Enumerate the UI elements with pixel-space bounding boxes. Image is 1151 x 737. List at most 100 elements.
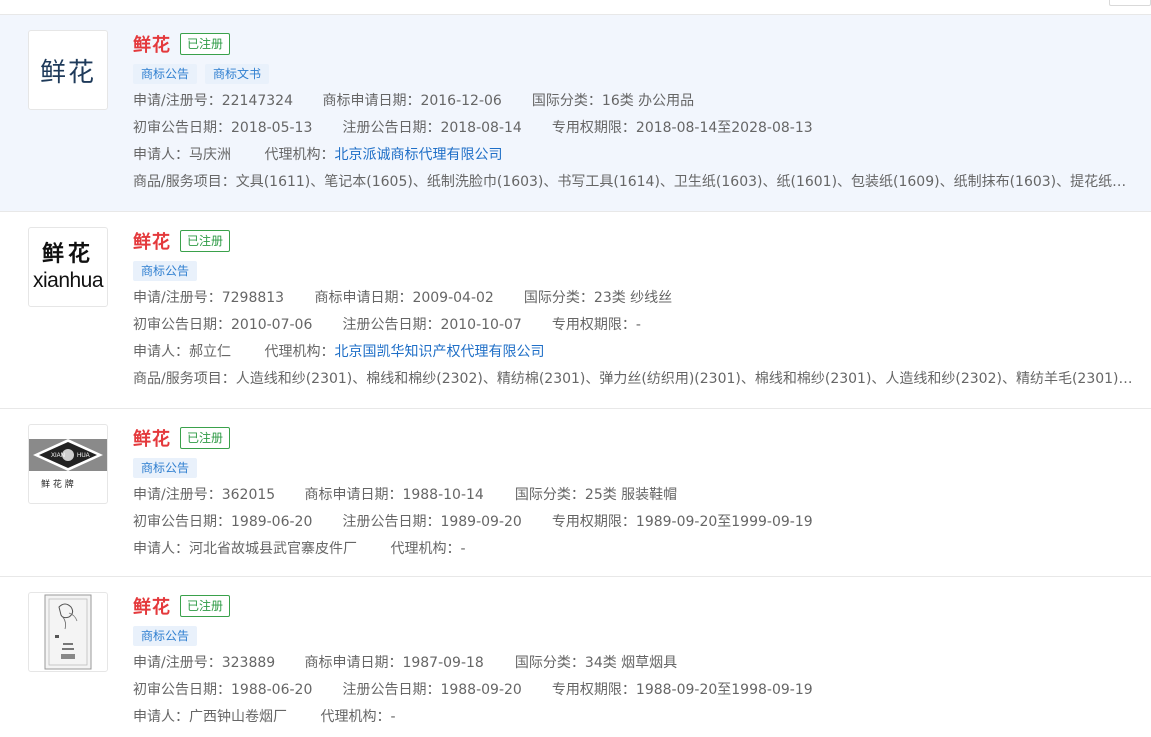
status-badge: 已注册	[180, 595, 231, 617]
apply-date-label: 商标申请日期：	[304, 487, 403, 503]
reg-no-field: 申请/注册号：22147324	[133, 91, 318, 111]
tag-announcement[interactable]: 商标公告	[133, 261, 198, 281]
class-field: 国际分类：16类 办公用品	[532, 91, 694, 111]
term-field: 专用权期限：1989-09-20至1999-09-19	[552, 512, 813, 532]
agency-label: 代理机构：	[320, 709, 391, 725]
reg-pub-date-field: 注册公告日期：1988-09-20	[342, 680, 547, 700]
logo-text-right: HUA	[77, 453, 90, 459]
tag-announcement[interactable]: 商标公告	[133, 458, 198, 478]
trademark-result-list: 鲜花 鲜花 已注册 商标公告 商标文书 申请/注册号：22147324 商标申请…	[0, 15, 1151, 737]
trademark-logo[interactable]	[28, 592, 108, 672]
class-field: 国际分类：23类 纱线丝	[524, 288, 672, 308]
info-row-3: 申请人：河北省故城县武官寨皮件厂 代理机构：-	[133, 539, 1137, 559]
agency-label: 代理机构：	[390, 541, 461, 557]
applicant-value: 河北省故城县武官寨皮件厂	[189, 541, 357, 557]
status-badge: 已注册	[180, 230, 231, 252]
reg-no-label: 申请/注册号：	[133, 93, 222, 109]
trademark-card[interactable]: 鲜花 鲜花 已注册 商标公告 商标文书 申请/注册号：22147324 商标申请…	[0, 15, 1151, 212]
applicant-label: 申请人：	[133, 541, 189, 557]
title-line: 鲜花 已注册	[133, 425, 1137, 451]
title-line: 鲜花 已注册	[133, 31, 1137, 57]
trademark-card[interactable]: 鲜花 已注册 商标公告 申请/注册号：323889 商标申请日期：1987-09…	[0, 577, 1151, 737]
trademark-info: 鲜花 已注册 商标公告 申请/注册号：323889 商标申请日期：1987-09…	[133, 593, 1137, 727]
tag-document[interactable]: 商标文书	[205, 64, 270, 84]
applicant-field: 申请人：马庆洲	[133, 145, 260, 165]
apply-date-value: 2016-12-06	[420, 93, 502, 109]
logo-text-bottom: 鲜 花 牌	[41, 478, 74, 490]
term-field: 专用权期限：2018-08-14至2028-08-13	[552, 118, 813, 138]
applicant-value: 马庆洲	[189, 147, 231, 163]
agency-label: 代理机构：	[264, 344, 335, 360]
top-strip	[0, 0, 1151, 15]
apply-date-field: 商标申请日期：1988-10-14	[304, 485, 510, 505]
trademark-info: 鲜花 已注册 商标公告 申请/注册号：7298813 商标申请日期：2009-0…	[133, 228, 1137, 389]
trademark-name[interactable]: 鲜花	[133, 228, 171, 254]
trademark-logo[interactable]: 鲜花 xianhua	[28, 227, 108, 307]
class-label: 国际分类：	[514, 487, 585, 503]
logo-text: 鲜花	[39, 57, 96, 88]
trademark-name[interactable]: 鲜花	[133, 425, 171, 451]
prelim-date-label: 初审公告日期：	[133, 514, 231, 530]
apply-date-label: 商标申请日期：	[314, 290, 413, 306]
status-badge: 已注册	[180, 33, 231, 55]
tag-announcement[interactable]: 商标公告	[133, 64, 198, 84]
apply-date-field: 商标申请日期：2009-04-02	[314, 288, 519, 308]
trademark-card[interactable]: 鲜花 xianhua 鲜花 已注册 商标公告 申请/注册号：7298813 商标…	[0, 212, 1151, 409]
agency-field: 代理机构：-	[390, 539, 465, 559]
reg-pub-date-label: 注册公告日期：	[342, 682, 441, 698]
tag-list: 商标公告	[133, 626, 1137, 646]
trademark-name[interactable]: 鲜花	[133, 31, 171, 57]
reg-no-value: 7298813	[221, 290, 285, 306]
prelim-date-field: 初审公告日期：2010-07-06	[133, 315, 338, 335]
trademark-card[interactable]: XIAN HUA 鲜 花 牌 鲜花 已注册 商标公告 申请/注册号：362015…	[0, 409, 1151, 577]
apply-date-field: 商标申请日期：1987-09-18	[304, 653, 510, 673]
tag-announcement[interactable]: 商标公告	[133, 626, 198, 646]
trademark-info: 鲜花 已注册 商标公告 申请/注册号：362015 商标申请日期：1988-10…	[133, 425, 1137, 559]
class-value: 23类 纱线丝	[593, 290, 673, 306]
applicant-value: 郝立仁	[189, 344, 231, 360]
class-label: 国际分类：	[531, 93, 602, 109]
apply-date-label: 商标申请日期：	[304, 655, 403, 671]
trademark-name[interactable]: 鲜花	[133, 593, 171, 619]
applicant-label: 申请人：	[133, 147, 189, 163]
reg-no-value: 323889	[221, 655, 276, 671]
tag-list: 商标公告	[133, 458, 1137, 478]
agency-link[interactable]: 北京国凯华知识产权代理有限公司	[334, 344, 544, 360]
apply-date-value: 1988-10-14	[402, 487, 484, 503]
trademark-logo[interactable]: XIAN HUA 鲜 花 牌	[28, 424, 108, 504]
applicant-field: 申请人：郝立仁	[133, 342, 260, 362]
prelim-date-value: 2010-07-06	[231, 317, 313, 333]
apply-date-label: 商标申请日期：	[322, 93, 421, 109]
reg-no-field: 申请/注册号：362015	[133, 485, 300, 505]
prelim-date-value: 2018-05-13	[231, 120, 313, 136]
prelim-date-value: 1989-06-20	[231, 514, 313, 530]
reg-no-value: 22147324	[221, 93, 293, 109]
reg-pub-date-label: 注册公告日期：	[342, 317, 441, 333]
agency-field: 代理机构：北京派诚商标代理有限公司	[264, 145, 502, 165]
term-label: 专用权期限：	[551, 514, 636, 530]
class-label: 国际分类：	[514, 655, 585, 671]
info-row-2: 初审公告日期：2018-05-13 注册公告日期：2018-08-14 专用权期…	[133, 118, 1137, 138]
status-badge: 已注册	[180, 427, 231, 449]
prelim-date-field: 初审公告日期：1988-06-20	[133, 680, 338, 700]
term-value: 1988-09-20至1998-09-19	[635, 682, 813, 698]
apply-date-value: 1987-09-18	[402, 655, 484, 671]
info-row-3: 申请人：广西钟山卷烟厂 代理机构：-	[133, 707, 1137, 727]
agency-label: 代理机构：	[264, 147, 335, 163]
reg-no-field: 申请/注册号：323889	[133, 653, 300, 673]
trademark-logo[interactable]: 鲜花	[28, 30, 108, 110]
info-row-2: 初审公告日期：1988-06-20 注册公告日期：1988-09-20 专用权期…	[133, 680, 1137, 700]
prelim-date-label: 初审公告日期：	[133, 682, 231, 698]
info-row-1: 申请/注册号：7298813 商标申请日期：2009-04-02 国际分类：23…	[133, 288, 1137, 308]
info-row-1: 申请/注册号：22147324 商标申请日期：2016-12-06 国际分类：1…	[133, 91, 1137, 111]
tag-list: 商标公告 商标文书	[133, 64, 1137, 84]
info-row-goods: 商品/服务项目：人造线和纱(2301)、棉线和棉纱(2302)、精纺棉(2301…	[133, 369, 1133, 389]
agency-value: -	[460, 541, 466, 557]
info-row-1: 申请/注册号：323889 商标申请日期：1987-09-18 国际分类：34类…	[133, 653, 1137, 673]
info-row-3: 申请人：郝立仁 代理机构：北京国凯华知识产权代理有限公司	[133, 342, 1137, 362]
reg-pub-date-label: 注册公告日期：	[342, 120, 441, 136]
agency-link[interactable]: 北京派诚商标代理有限公司	[334, 147, 502, 163]
reg-pub-date-value: 2018-08-14	[440, 120, 522, 136]
top-right-control[interactable]	[1109, 0, 1151, 6]
term-label: 专用权期限：	[551, 682, 636, 698]
